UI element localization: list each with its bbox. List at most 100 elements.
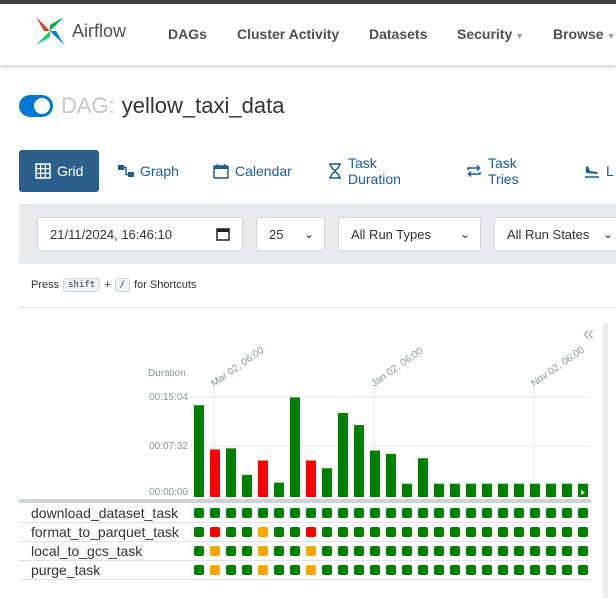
task-instance-cell[interactable] [578,508,588,518]
calendar-picker-icon[interactable] [216,227,230,244]
task-instance-cell[interactable] [418,565,428,575]
collapse-details-icon[interactable]: « [583,323,594,346]
task-instance-cell[interactable] [434,546,444,556]
task-instance-cell[interactable] [402,546,412,556]
task-instance-cell[interactable] [370,565,380,575]
task-instance-cell[interactable] [514,546,524,556]
run-duration-bar[interactable] [498,483,508,497]
task-instance-cell[interactable] [578,527,588,537]
task-instance-cell[interactable] [322,546,332,556]
task-instance-cell[interactable] [306,565,316,575]
run-duration-bar[interactable] [226,448,236,497]
dag-pause-toggle[interactable] [19,95,53,117]
task-instance-cell[interactable] [514,508,524,518]
task-instance-cell[interactable] [370,508,380,518]
task-instance-cell[interactable] [482,508,492,518]
task-instance-cell[interactable] [322,508,332,518]
run-duration-bar[interactable] [258,460,268,497]
task-instance-cell[interactable] [482,527,492,537]
task-instance-cell[interactable] [354,527,364,537]
task-instance-cell[interactable] [274,508,284,518]
num-runs-select[interactable]: 25 ⌄ [256,217,325,251]
task-instance-cell[interactable] [562,546,572,556]
task-instance-cell[interactable] [210,508,220,518]
task-instance-cell[interactable] [578,565,588,575]
tab-task-tries[interactable]: Task Tries [466,150,519,192]
task-instance-cell[interactable] [258,508,268,518]
run-type-select[interactable]: All Run Types ⌄ [338,217,481,251]
task-instance-cell[interactable] [354,565,364,575]
task-instance-cell[interactable] [226,565,236,575]
task-instance-cell[interactable] [242,527,252,537]
task-instance-cell[interactable] [210,546,220,556]
task-instance-cell[interactable] [306,546,316,556]
task-instance-cell[interactable] [194,508,204,518]
task-instance-cell[interactable] [274,565,284,575]
task-instance-cell[interactable] [466,527,476,537]
task-instance-cell[interactable] [306,527,316,537]
task-instance-cell[interactable] [578,546,588,556]
task-instance-cell[interactable] [210,527,220,537]
task-instance-cell[interactable] [338,565,348,575]
task-instance-cell[interactable] [514,527,524,537]
task-instance-cell[interactable] [546,546,556,556]
task-instance-cell[interactable] [194,546,204,556]
run-duration-bar[interactable] [210,449,220,497]
task-instance-cell[interactable] [258,527,268,537]
task-instance-cell[interactable] [530,508,540,518]
task-instance-cell[interactable] [482,565,492,575]
brand-logo[interactable]: Airflow [32,13,126,49]
task-instance-cell[interactable] [402,508,412,518]
task-name-download-dataset[interactable]: download_dataset_task [31,505,178,521]
task-instance-cell[interactable] [354,546,364,556]
run-duration-bar[interactable] [338,412,348,497]
task-instance-cell[interactable] [562,565,572,575]
task-instance-cell[interactable] [194,565,204,575]
run-duration-bar[interactable] [450,483,460,497]
task-instance-cell[interactable] [450,546,460,556]
run-duration-bar[interactable] [194,405,204,497]
task-instance-cell[interactable] [370,527,380,537]
task-instance-cell[interactable] [258,565,268,575]
task-instance-cell[interactable] [306,508,316,518]
task-instance-cell[interactable] [418,508,428,518]
task-instance-cell[interactable] [274,527,284,537]
task-instance-cell[interactable] [418,527,428,537]
task-instance-cell[interactable] [386,508,396,518]
run-duration-bar[interactable] [530,483,540,497]
base-date-input[interactable]: 21/11/2024, 16:46:10 [37,217,243,251]
run-duration-bar[interactable] [274,482,284,497]
task-instance-cell[interactable] [530,527,540,537]
run-duration-bar[interactable] [482,483,492,497]
task-instance-cell[interactable] [290,546,300,556]
task-instance-cell[interactable] [450,565,460,575]
task-instance-cell[interactable] [498,508,508,518]
task-instance-cell[interactable] [466,508,476,518]
tab-grid[interactable]: Grid [19,150,99,192]
task-instance-cell[interactable] [546,565,556,575]
task-instance-cell[interactable] [450,508,460,518]
task-instance-cell[interactable] [338,546,348,556]
task-instance-cell[interactable] [210,565,220,575]
tab-task-duration[interactable]: Task Duration [328,150,401,192]
task-instance-cell[interactable] [370,546,380,556]
task-instance-cell[interactable] [562,527,572,537]
tab-graph[interactable]: Graph [118,150,179,192]
task-instance-cell[interactable] [562,508,572,518]
task-instance-cell[interactable] [226,508,236,518]
task-instance-cell[interactable] [482,546,492,556]
nav-security[interactable]: Security ▼ [457,26,524,42]
task-instance-cell[interactable] [338,508,348,518]
task-instance-cell[interactable] [226,546,236,556]
task-instance-cell[interactable] [466,546,476,556]
run-duration-bar[interactable] [514,483,524,497]
nav-dags[interactable]: DAGs [168,26,207,42]
task-instance-cell[interactable] [386,527,396,537]
task-instance-cell[interactable] [242,565,252,575]
run-duration-bar[interactable] [290,397,300,497]
task-instance-cell[interactable] [242,508,252,518]
run-state-select[interactable]: All Run States ⌄ [494,217,616,251]
task-instance-cell[interactable] [338,527,348,537]
task-instance-cell[interactable] [386,546,396,556]
task-instance-cell[interactable] [546,508,556,518]
